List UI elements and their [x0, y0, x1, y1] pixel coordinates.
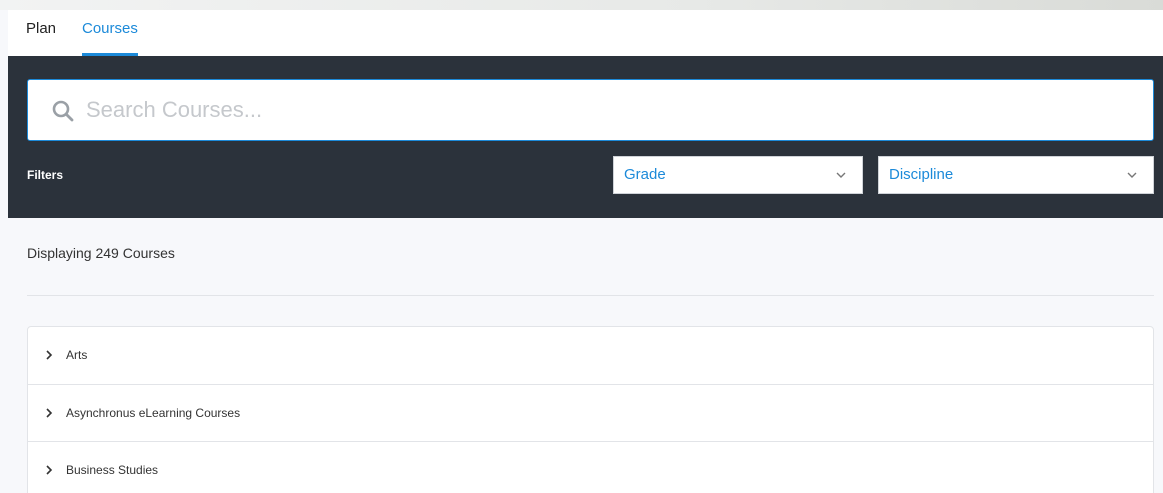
tab-courses[interactable]: Courses [82, 10, 138, 56]
browser-top-strip [0, 0, 1163, 10]
category-row-business-studies[interactable]: Business Studies [28, 442, 1153, 493]
tab-plan-label: Plan [26, 20, 57, 37]
filters-label: Filters [27, 168, 64, 182]
search-icon [52, 100, 74, 122]
category-label: Asynchronus eLearning Courses [66, 405, 241, 420]
course-results: Displaying 249 Courses Arts Asynchronus … [8, 218, 1163, 493]
divider [27, 295, 1154, 296]
category-row-arts[interactable]: Arts [28, 327, 1153, 385]
top-tabs: Plan Courses [8, 10, 1163, 56]
category-label: Business Studies [66, 463, 159, 477]
chevron-down-icon [1127, 172, 1137, 178]
results-count: Displaying 249 Courses [27, 245, 175, 261]
chevron-right-icon [46, 350, 53, 360]
grade-select[interactable]: Grade [613, 156, 863, 194]
chevron-down-icon [836, 172, 846, 178]
tab-courses-label: Courses [82, 20, 138, 37]
tab-plan[interactable]: Plan [26, 10, 56, 56]
search-box[interactable] [27, 79, 1154, 141]
chevron-right-icon [46, 465, 53, 475]
category-label: Arts [66, 348, 88, 362]
search-filter-panel: Filters Grade Discipline [8, 56, 1163, 218]
chevron-right-icon [46, 407, 53, 418]
discipline-select-value: Discipline [889, 166, 954, 183]
discipline-select[interactable]: Discipline [878, 156, 1154, 194]
grade-select-value: Grade [624, 166, 666, 183]
category-row-asynchronus-elearning[interactable]: Asynchronus eLearning Courses [28, 385, 1153, 442]
course-category-list: Arts Asynchronus eLearning Courses Busin… [27, 326, 1154, 493]
search-input[interactable] [86, 80, 1136, 140]
